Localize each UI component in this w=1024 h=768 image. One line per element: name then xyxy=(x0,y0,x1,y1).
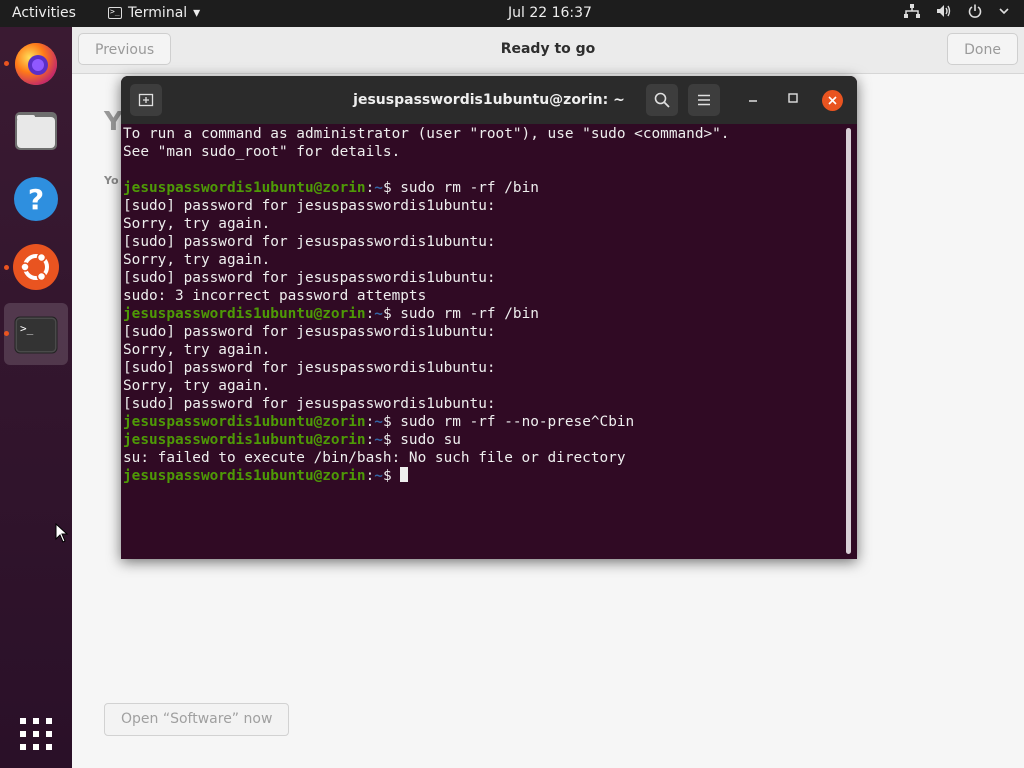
prompt-dollar: $ xyxy=(382,414,392,430)
hamburger-menu-icon[interactable] xyxy=(688,84,720,116)
running-indicator xyxy=(4,265,9,270)
chevron-down-icon: ▾ xyxy=(193,5,201,21)
files-icon[interactable] xyxy=(12,107,60,155)
firefox-icon[interactable] xyxy=(12,39,60,87)
page-subtext: Yo xyxy=(104,174,119,187)
output-line: Sorry, try again. xyxy=(123,216,271,232)
help-icon[interactable]: ? xyxy=(12,175,60,223)
command-text: sudo rm -rf /bin xyxy=(391,306,539,322)
terminal-output[interactable]: To run a command as administrator (user … xyxy=(123,125,843,555)
prompt-separator: : xyxy=(365,180,375,196)
mouse-pointer-icon xyxy=(55,522,69,547)
chevron-down-icon xyxy=(998,5,1010,21)
page-heading: Y xyxy=(104,107,123,137)
output-line: [sudo] password for jesuspasswordis1ubun… xyxy=(123,198,496,214)
app-menu[interactable]: >_ Terminal ▾ xyxy=(108,5,200,21)
svg-text:?: ? xyxy=(28,183,44,216)
output-line: To run a command as administrator (user … xyxy=(123,126,730,142)
prompt-path: ~ xyxy=(374,432,383,448)
prompt-path: ~ xyxy=(374,468,383,484)
close-icon[interactable] xyxy=(822,90,843,111)
maximize-icon[interactable] xyxy=(783,90,803,110)
output-line: sudo: 3 incorrect password attempts xyxy=(123,288,427,304)
terminal-titlebar: jesuspasswordis1ubuntu@zorin: ~ xyxy=(121,76,857,124)
prompt-line: jesuspasswordis1ubuntu@zorin:~$ sudo rm … xyxy=(123,179,843,197)
prompt-line: jesuspasswordis1ubuntu@zorin:~$ xyxy=(123,467,843,485)
prompt-separator: : xyxy=(365,432,375,448)
ubuntu-software-icon[interactable] xyxy=(12,243,60,291)
prompt-path: ~ xyxy=(374,306,383,322)
network-icon xyxy=(904,4,920,22)
open-software-button[interactable]: Open “Software” now xyxy=(104,703,290,736)
prompt-separator: : xyxy=(365,414,375,430)
system-tray[interactable] xyxy=(904,4,1010,22)
output-line: [sudo] password for jesuspasswordis1ubun… xyxy=(123,324,496,340)
volume-icon xyxy=(936,4,952,22)
output-line: Sorry, try again. xyxy=(123,252,271,268)
dock: ? >_ xyxy=(0,27,72,768)
prompt-separator: : xyxy=(365,468,375,484)
output-line: [sudo] password for jesuspasswordis1ubun… xyxy=(123,270,496,286)
prompt-user-host: jesuspasswordis1ubuntu@zorin xyxy=(123,432,366,448)
prompt-dollar: $ xyxy=(382,306,392,322)
terminal-icon[interactable]: >_ xyxy=(12,311,60,359)
activities-button[interactable]: Activities xyxy=(12,5,76,21)
prompt-line: jesuspasswordis1ubuntu@zorin:~$ sudo su xyxy=(123,431,843,449)
prompt-separator: : xyxy=(365,306,375,322)
command-text: sudo su xyxy=(391,432,461,448)
terminal-cursor xyxy=(400,467,409,482)
output-line: [sudo] password for jesuspasswordis1ubun… xyxy=(123,234,496,250)
running-indicator xyxy=(4,331,9,336)
done-button[interactable]: Done xyxy=(947,33,1018,65)
prompt-line: jesuspasswordis1ubuntu@zorin:~$ sudo rm … xyxy=(123,413,843,431)
running-indicator xyxy=(4,61,9,66)
search-icon[interactable] xyxy=(646,84,678,116)
setup-title: Ready to go xyxy=(500,41,596,57)
output-line: Sorry, try again. xyxy=(123,378,271,394)
output-line: su: failed to execute /bin/bash: No such… xyxy=(123,450,626,466)
prompt-line: jesuspasswordis1ubuntu@zorin:~$ sudo rm … xyxy=(123,305,843,323)
show-applications-icon[interactable] xyxy=(19,717,53,751)
prompt-path: ~ xyxy=(374,414,383,430)
output-line: [sudo] password for jesuspasswordis1ubun… xyxy=(123,396,496,412)
clock[interactable]: Jul 22 16:37 xyxy=(508,5,592,21)
minimize-icon[interactable] xyxy=(743,90,763,110)
prompt-dollar: $ xyxy=(382,432,392,448)
top-bar: Activities >_ Terminal ▾ Jul 22 16:37 xyxy=(0,0,1024,27)
terminal-icon: >_ xyxy=(108,7,122,19)
command-text: sudo rm -rf --no-prese^Cbin xyxy=(391,414,635,430)
prompt-dollar: $ xyxy=(382,468,392,484)
svg-text:>_: >_ xyxy=(20,322,34,335)
app-menu-label: Terminal xyxy=(128,5,188,21)
prompt-user-host: jesuspasswordis1ubuntu@zorin xyxy=(123,180,366,196)
terminal-window: jesuspasswordis1ubuntu@zorin: ~ To run a… xyxy=(121,76,857,559)
power-icon xyxy=(968,4,982,22)
prompt-dollar: $ xyxy=(382,180,392,196)
prompt-path: ~ xyxy=(374,180,383,196)
terminal-scrollbar[interactable] xyxy=(846,128,851,554)
prompt-user-host: jesuspasswordis1ubuntu@zorin xyxy=(123,468,366,484)
prompt-user-host: jesuspasswordis1ubuntu@zorin xyxy=(123,306,366,322)
output-line: [sudo] password for jesuspasswordis1ubun… xyxy=(123,360,496,376)
command-text: sudo rm -rf /bin xyxy=(391,180,539,196)
output-line: Sorry, try again. xyxy=(123,342,271,358)
output-line: See "man sudo_root" for details. xyxy=(123,144,401,160)
command-text xyxy=(392,468,401,484)
prompt-user-host: jesuspasswordis1ubuntu@zorin xyxy=(123,414,366,430)
setup-header: Previous Ready to go Done xyxy=(72,27,1024,74)
